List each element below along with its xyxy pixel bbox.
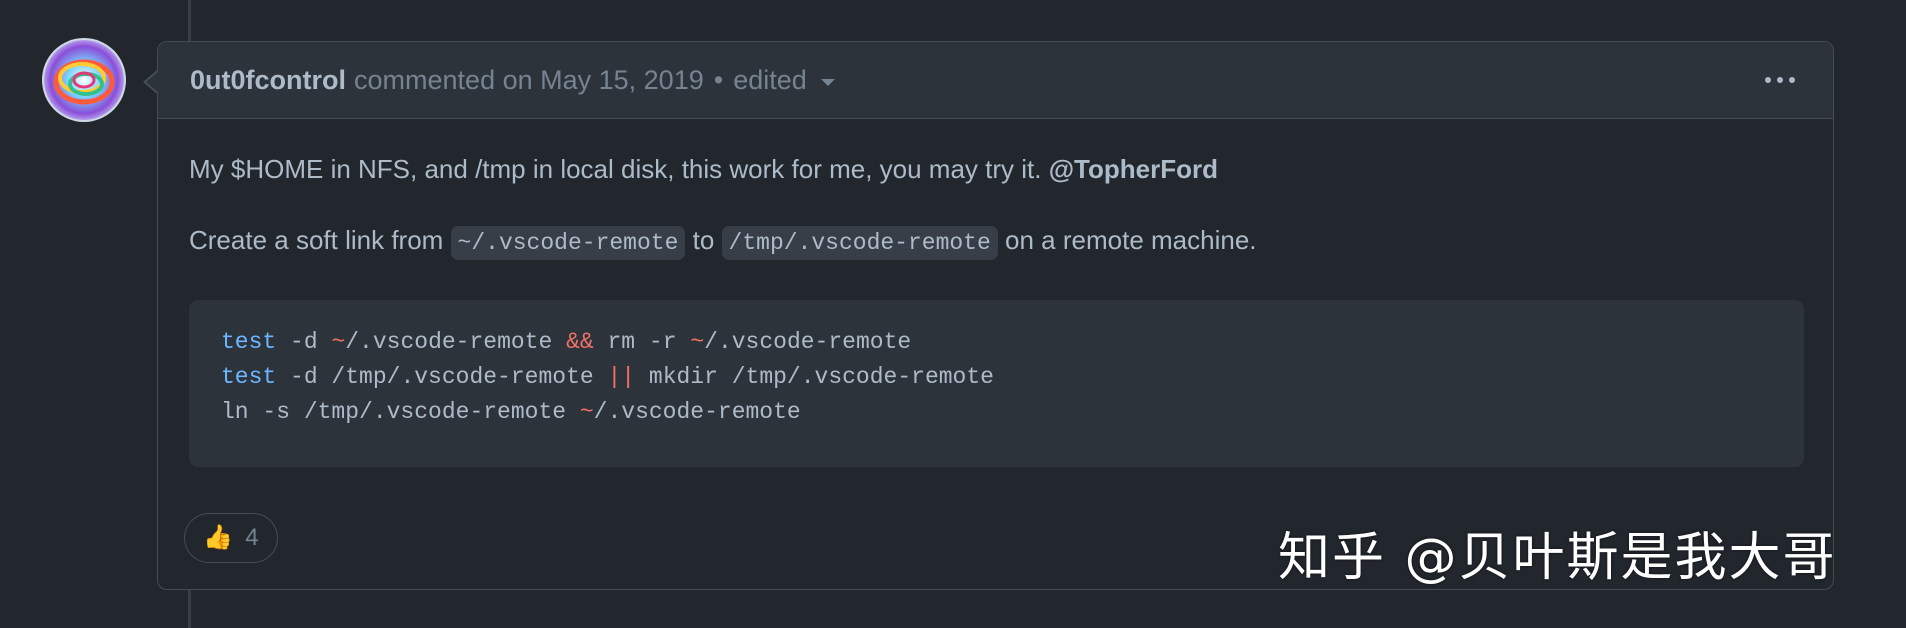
thumbs-up-icon: 👍 [203, 524, 234, 551]
code-text: rm -r [593, 329, 691, 355]
code-text: /.vscode-remote [704, 329, 912, 355]
code-line: test -d ~/.vscode-remote && rm -r ~/.vsc… [221, 325, 1772, 360]
code-line: test -d /tmp/.vscode-remote || mkdir /tm… [221, 360, 1772, 395]
user-mention[interactable]: @TopherFord [1049, 154, 1218, 184]
comment-paragraph-1: My $HOME in NFS, and /tmp in local disk,… [189, 154, 1218, 185]
code-text: /.vscode-remote [593, 399, 801, 425]
code-operator: && [566, 329, 594, 355]
comment-timestamp[interactable]: commented on May 15, 2019 [354, 65, 704, 96]
code-text: -d [276, 329, 332, 355]
watermark: 知乎 @贝叶斯是我大哥 [1278, 528, 1837, 588]
comment-header: 0ut0fcontrol commented on May 15, 2019 •… [158, 42, 1833, 119]
kebab-dot [1789, 77, 1795, 83]
code-keyword: test [221, 364, 277, 390]
comment-box: 0ut0fcontrol commented on May 15, 2019 •… [157, 41, 1834, 590]
code-line: ln -s /tmp/.vscode-remote ~/.vscode-remo… [221, 395, 1772, 430]
code-operator: ~ [690, 329, 705, 355]
code-operator: || [607, 364, 636, 390]
paragraph-2-suffix: on a remote machine. [1005, 225, 1257, 255]
code-block: test -d ~/.vscode-remote && rm -r ~/.vsc… [189, 300, 1804, 467]
inline-code: ~/.vscode-remote [450, 226, 686, 260]
code-text: mkdir /tmp/.vscode-remote [635, 364, 994, 390]
author-avatar[interactable] [44, 40, 124, 120]
comment-caret-fill [146, 71, 159, 93]
code-operator: ~ [331, 329, 346, 355]
edited-label[interactable]: edited [733, 65, 807, 96]
reaction-thumbs-up-button[interactable]: 👍 4 [184, 513, 278, 563]
code-text: ln -s /tmp/.vscode-remote [221, 399, 580, 425]
reaction-count: 4 [245, 524, 259, 551]
code-text: -d /tmp/.vscode-remote [276, 364, 608, 390]
chevron-down-icon[interactable] [820, 78, 835, 86]
code-operator: ~ [579, 399, 594, 425]
paragraph-2-mid: to [692, 225, 715, 255]
code-keyword: test [221, 329, 277, 355]
inline-code: /tmp/.vscode-remote [721, 226, 998, 260]
paragraph-2-prefix: Create a soft link from [189, 225, 444, 255]
comment-paragraph-2: Create a soft link from ~/.vscode-remote… [189, 225, 1257, 260]
code-text: /.vscode-remote [345, 329, 567, 355]
author-link[interactable]: 0ut0fcontrol [190, 65, 346, 96]
more-options-button[interactable] [1759, 71, 1801, 89]
avatar-image [44, 40, 124, 120]
paragraph-1-text: My $HOME in NFS, and /tmp in local disk,… [189, 154, 1042, 184]
header-separator: • [713, 64, 724, 95]
kebab-dot [1777, 77, 1783, 83]
kebab-dot [1765, 77, 1771, 83]
